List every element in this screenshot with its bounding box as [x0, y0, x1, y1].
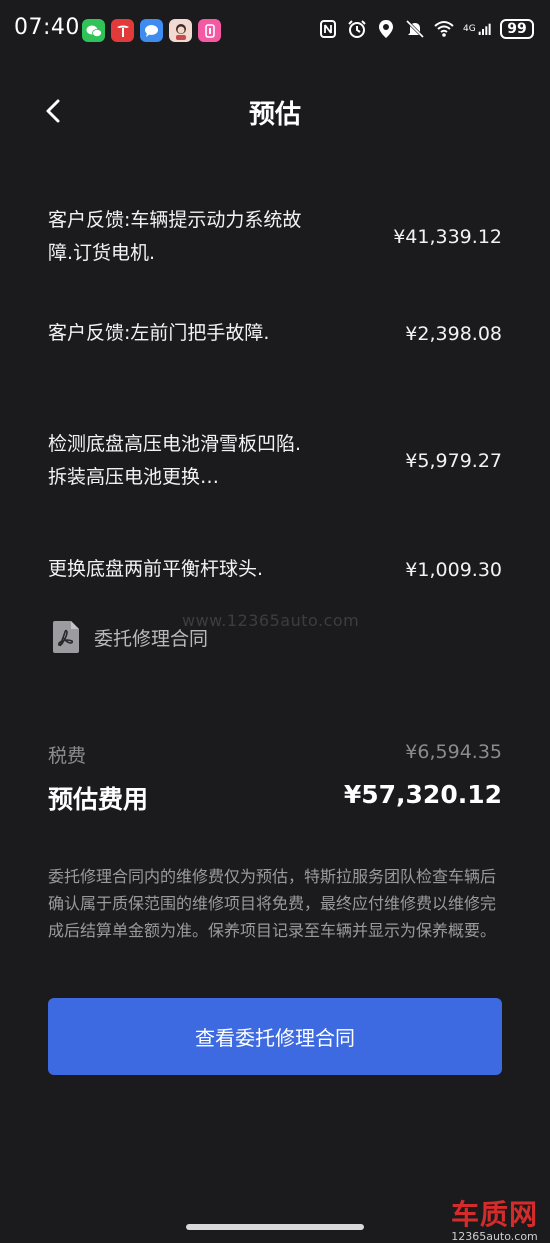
page-header: 预估	[0, 80, 550, 144]
location-icon	[376, 18, 396, 40]
battery-indicator: 99	[500, 19, 534, 39]
contract-link-label: 委托修理合同	[94, 627, 209, 650]
item-price: ¥2,398.08	[405, 322, 502, 345]
page-title: 预估	[248, 100, 301, 130]
wifi-icon	[434, 18, 454, 40]
item-price: ¥1,009.30	[405, 558, 502, 581]
item-price: ¥41,339.12	[393, 226, 502, 248]
home-indicator[interactable]	[186, 1224, 364, 1230]
estimate-item: 客户反馈:左前门把手故障. ¥2,398.08	[48, 317, 502, 350]
tesla-icon	[111, 19, 134, 42]
site-logo: 车质网 12365auto.com	[451, 1200, 538, 1243]
wechat-icon	[82, 19, 105, 42]
pdf-file-icon	[53, 621, 79, 653]
logo-text: 车质网	[450, 1198, 538, 1231]
item-description: 客户反馈:车辆提示动力系统故障.订货电机.	[48, 209, 302, 264]
pink-app-icon	[198, 19, 221, 42]
view-contract-button[interactable]: 查看委托修理合同	[48, 998, 502, 1075]
total-value: ¥57,320.12	[343, 780, 502, 809]
notification-icons	[82, 19, 221, 42]
message-icon	[140, 19, 163, 42]
contract-pdf-link[interactable]: 委托修理合同	[52, 620, 208, 654]
total-label: 预估费用	[48, 785, 149, 814]
nfc-icon	[318, 18, 338, 40]
status-bar: 07:40 4G 99	[0, 0, 550, 62]
status-time: 07:40	[14, 15, 80, 40]
logo-url: 12365auto.com	[451, 1230, 538, 1243]
tax-value: ¥6,594.35	[405, 741, 502, 763]
watermark-text: www.12365auto.com	[182, 611, 360, 630]
item-description: 检测底盘高压电池滑雪板凹陷.拆装高压电池更换…	[48, 433, 302, 488]
disclaimer-text: 委托修理合同内的维修费仅为预估，特斯拉服务团队检查车辆后确认属于质保范围的维修项…	[48, 867, 497, 940]
item-description: 更换底盘两前平衡杆球头.	[48, 558, 264, 580]
estimate-item: 客户反馈:车辆提示动力系统故障.订货电机. ¥41,339.12	[48, 204, 502, 270]
item-price: ¥5,979.27	[405, 450, 502, 472]
tax-row: 税费 ¥6,594.35	[48, 741, 502, 768]
estimate-item: 更换底盘两前平衡杆球头. ¥1,009.30	[48, 553, 502, 586]
mute-bell-icon	[405, 18, 425, 40]
alarm-icon	[347, 18, 367, 40]
tax-label: 税费	[48, 745, 87, 767]
avatar-app-icon	[169, 19, 192, 42]
estimate-item: 检测底盘高压电池滑雪板凹陷.拆装高压电池更换… ¥5,979.27	[48, 428, 502, 494]
item-description: 客户反馈:左前门把手故障.	[48, 322, 270, 344]
cellular-signal-icon: 4G	[463, 18, 491, 40]
total-row: 预估费用 ¥57,320.12	[48, 780, 502, 816]
network-type: 4G	[463, 24, 476, 34]
system-icons: 4G 99	[318, 18, 534, 40]
